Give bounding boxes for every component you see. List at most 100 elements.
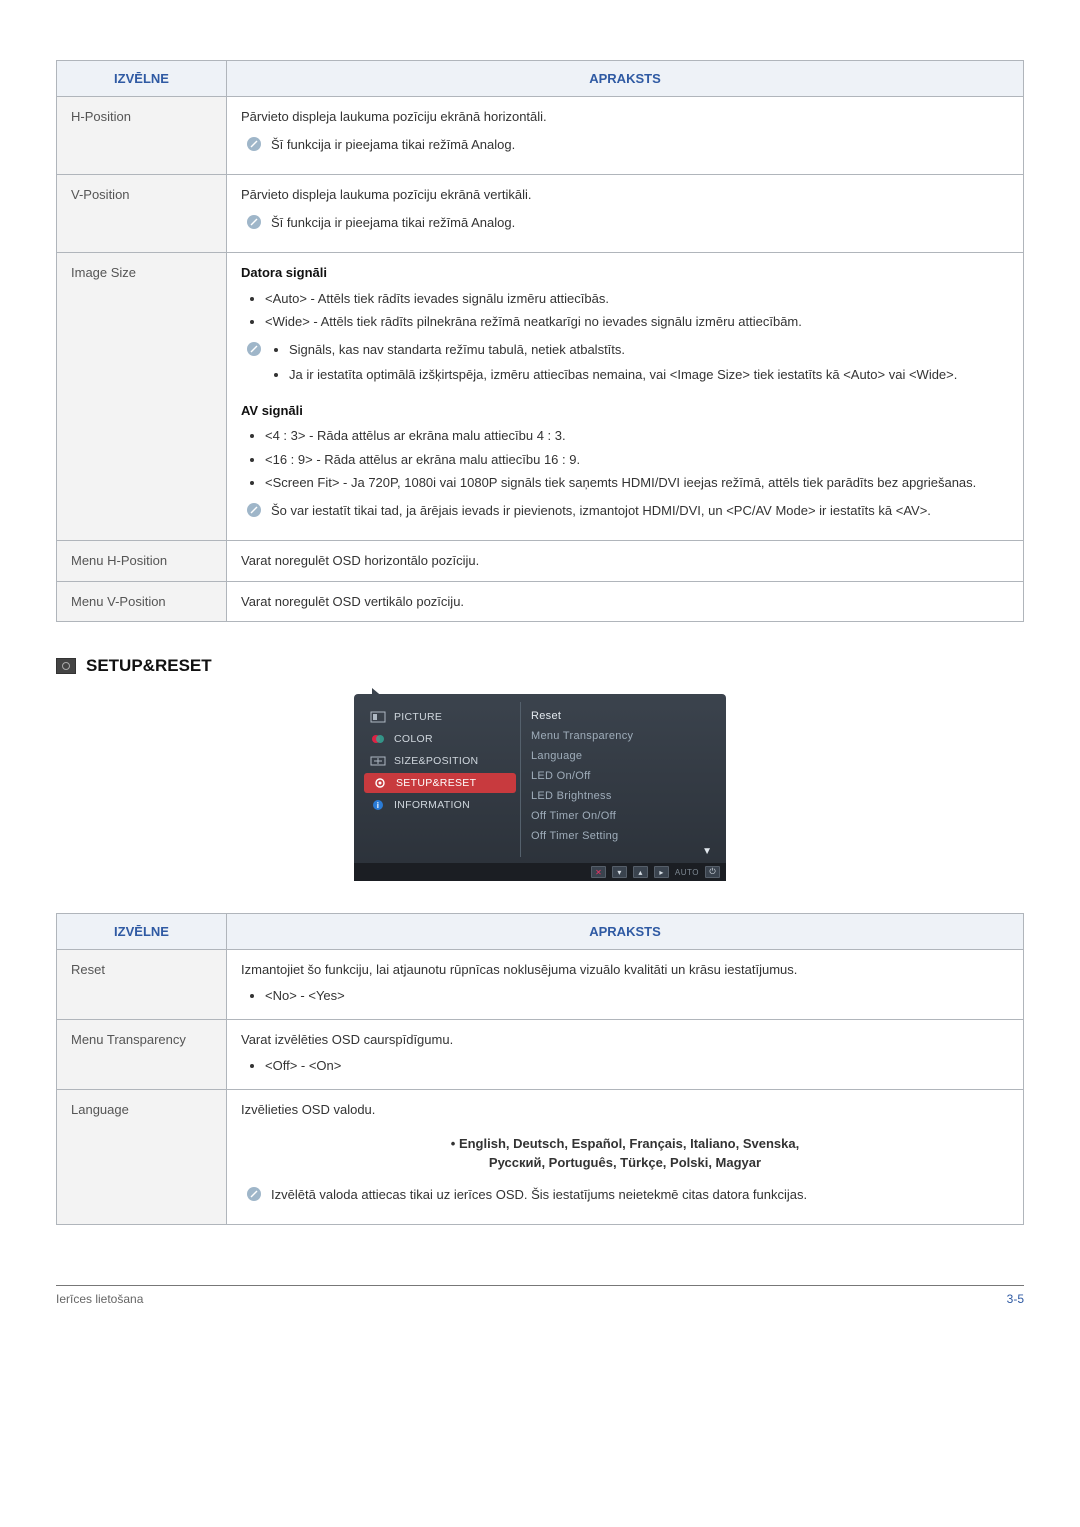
info-text: Šo var iestatīt tikai tad, ja ārējais ie… <box>271 501 1009 521</box>
menu-label: Menu Transparency <box>57 1020 227 1090</box>
table-row: Menu H-Position Varat noregulēt OSD hori… <box>57 541 1024 582</box>
power-icon: ⏻ <box>705 866 720 878</box>
desc-main: Varat izvēlēties OSD caurspīdīgumu. <box>241 1030 1009 1050</box>
nav-right-icon: ▸ <box>654 866 669 878</box>
size-position-icon <box>370 755 386 767</box>
desc-cell: Varat noregulēt OSD horizontālo pozīciju… <box>227 541 1024 582</box>
col-header-desc: APRAKSTS <box>227 914 1024 950</box>
lang-line1: English, Deutsch, Español, Français, Ita… <box>451 1134 799 1154</box>
table-size-position: IZVĒLNE APRAKSTS H-Position Pārvieto dis… <box>56 60 1024 622</box>
table-row: Image Size Datora signāli <Auto> - Attēl… <box>57 253 1024 541</box>
desc-main: Izmantojiet šo funkciju, lai atjaunotu r… <box>241 960 1009 980</box>
osd-menu-size-position: SIZE&POSITION <box>362 750 520 772</box>
table-row: Menu Transparency Varat izvēlēties OSD c… <box>57 1020 1024 1090</box>
chevron-down-icon: ▼ <box>531 846 714 857</box>
info-note: Izvēlētā valoda attiecas tikai uz ierīce… <box>247 1185 1009 1205</box>
osd-submenu-item: Off Timer On/Off <box>531 806 714 826</box>
subheading-av: AV signāli <box>241 401 1009 421</box>
osd-left-menu: PICTURE COLOR SIZE&POSITION SETUP&RESET … <box>358 702 520 857</box>
info-text: Šī funkcija ir pieejama tikai režīmā Ana… <box>271 213 1009 233</box>
picture-icon <box>370 711 386 723</box>
auto-label: AUTO <box>675 868 699 877</box>
list-item: <Off> - <On> <box>265 1056 1009 1076</box>
footer-left: Ierīces lietošana <box>56 1292 143 1306</box>
osd-submenu-item: Menu Transparency <box>531 726 714 746</box>
info-note: Signāls, kas nav standarta režīmu tabulā… <box>247 340 1009 391</box>
color-icon <box>370 733 386 745</box>
menu-label: Language <box>57 1090 227 1225</box>
desc-cell: Izvēlieties OSD valodu. English, Deutsch… <box>227 1090 1024 1225</box>
menu-label: Menu V-Position <box>57 581 227 622</box>
osd-menu-label: PICTURE <box>394 711 442 723</box>
menu-label: V-Position <box>57 175 227 253</box>
table-row: H-Position Pārvieto displeja laukuma poz… <box>57 97 1024 175</box>
list-item: <Wide> - Attēls tiek rādīts pilnekrāna r… <box>265 312 1009 332</box>
col-header-desc: APRAKSTS <box>227 61 1024 97</box>
option-bullets: <Off> - <On> <box>247 1056 1009 1076</box>
table-row: Language Izvēlieties OSD valodu. English… <box>57 1090 1024 1225</box>
section-heading-setup-reset: SETUP&RESET <box>56 656 1024 676</box>
osd-menu-label: COLOR <box>394 733 433 745</box>
list-item: <4 : 3> - Rāda attēlus ar ekrāna malu at… <box>265 426 1009 446</box>
list-item: <16 : 9> - Rāda attēlus ar ekrāna malu a… <box>265 450 1009 470</box>
osd-right-submenu: Reset Menu Transparency Language LED On/… <box>520 702 722 857</box>
info-icon <box>247 503 261 517</box>
option-bullets: <No> - <Yes> <box>247 986 1009 1006</box>
info-icon <box>247 137 261 151</box>
desc-cell: Varat izvēlēties OSD caurspīdīgumu. <Off… <box>227 1020 1024 1090</box>
pc-bullets: <Auto> - Attēls tiek rādīts ievades sign… <box>247 289 1009 332</box>
page-footer: Ierīces lietošana 3-5 <box>56 1285 1024 1306</box>
info-note: Šo var iestatīt tikai tad, ja ārējais ie… <box>247 501 1009 521</box>
osd-submenu-item: Language <box>531 746 714 766</box>
desc-main: Pārvieto displeja laukuma pozīciju ekrān… <box>241 107 1009 127</box>
osd-submenu-item: LED Brightness <box>531 786 714 806</box>
setup-reset-icon <box>56 658 76 674</box>
table-row: Reset Izmantojiet šo funkciju, lai atjau… <box>57 950 1024 1020</box>
desc-cell: Datora signāli <Auto> - Attēls tiek rādī… <box>227 253 1024 541</box>
nav-down-icon: ▾ <box>612 866 627 878</box>
osd-submenu-item: Reset <box>531 706 714 726</box>
list-item: <No> - <Yes> <box>265 986 1009 1006</box>
table-row: V-Position Pārvieto displeja laukuma poz… <box>57 175 1024 253</box>
desc-main: Izvēlieties OSD valodu. <box>241 1100 1009 1120</box>
info-icon <box>247 1187 261 1201</box>
info-circle-icon: i <box>370 799 386 811</box>
info-note: Šī funkcija ir pieejama tikai režīmā Ana… <box>247 213 1009 233</box>
osd-menu-picture: PICTURE <box>362 706 520 728</box>
info-icon <box>247 342 261 356</box>
nav-up-icon: ▴ <box>633 866 648 878</box>
list-item: <Auto> - Attēls tiek rādīts ievades sign… <box>265 289 1009 309</box>
desc-cell: Pārvieto displeja laukuma pozīciju ekrān… <box>227 97 1024 175</box>
osd-submenu-item: Off Timer Setting <box>531 826 714 846</box>
menu-label: H-Position <box>57 97 227 175</box>
list-item: Ja ir iestatīta optimālā izšķirtspēja, i… <box>289 365 1009 385</box>
info-icon <box>247 215 261 229</box>
table-setup-reset: IZVĒLNE APRAKSTS Reset Izmantojiet šo fu… <box>56 913 1024 1225</box>
desc-main: Pārvieto displeja laukuma pozīciju ekrān… <box>241 185 1009 205</box>
section-title-text: SETUP&RESET <box>86 656 212 676</box>
osd-menu-color: COLOR <box>362 728 520 750</box>
osd-footer: ✕ ▾ ▴ ▸ AUTO ⏻ <box>354 863 726 881</box>
list-item: <Screen Fit> - Ja 720P, 1080i vai 1080P … <box>265 473 1009 493</box>
desc-cell: Varat noregulēt OSD vertikālo pozīciju. <box>227 581 1024 622</box>
osd-menu-label: SETUP&RESET <box>396 777 476 789</box>
svg-text:i: i <box>377 801 380 810</box>
subheading-pc: Datora signāli <box>241 263 1009 283</box>
col-header-menu: IZVĒLNE <box>57 914 227 950</box>
menu-label: Reset <box>57 950 227 1020</box>
osd-menu-label: INFORMATION <box>394 799 470 811</box>
col-header-menu: IZVĒLNE <box>57 61 227 97</box>
info-text: Izvēlētā valoda attiecas tikai uz ierīce… <box>271 1185 1009 1205</box>
pc-note-bullets: Signāls, kas nav standarta režīmu tabulā… <box>271 340 1009 385</box>
info-text: Šī funkcija ir pieejama tikai režīmā Ana… <box>271 135 1009 155</box>
table-row: Menu V-Position Varat noregulēt OSD vert… <box>57 581 1024 622</box>
close-icon: ✕ <box>591 866 606 878</box>
lang-line2: Русский, Português, Türkçe, Polski, Magy… <box>489 1155 761 1170</box>
language-list: English, Deutsch, Español, Français, Ita… <box>241 1134 1009 1173</box>
menu-label: Image Size <box>57 253 227 541</box>
info-note: Šī funkcija ir pieejama tikai režīmā Ana… <box>247 135 1009 155</box>
osd-menu-setup-reset: SETUP&RESET <box>364 773 516 793</box>
osd-menu-label: SIZE&POSITION <box>394 755 478 767</box>
desc-cell: Izmantojiet šo funkciju, lai atjaunotu r… <box>227 950 1024 1020</box>
osd-menu-information: i INFORMATION <box>362 794 520 816</box>
